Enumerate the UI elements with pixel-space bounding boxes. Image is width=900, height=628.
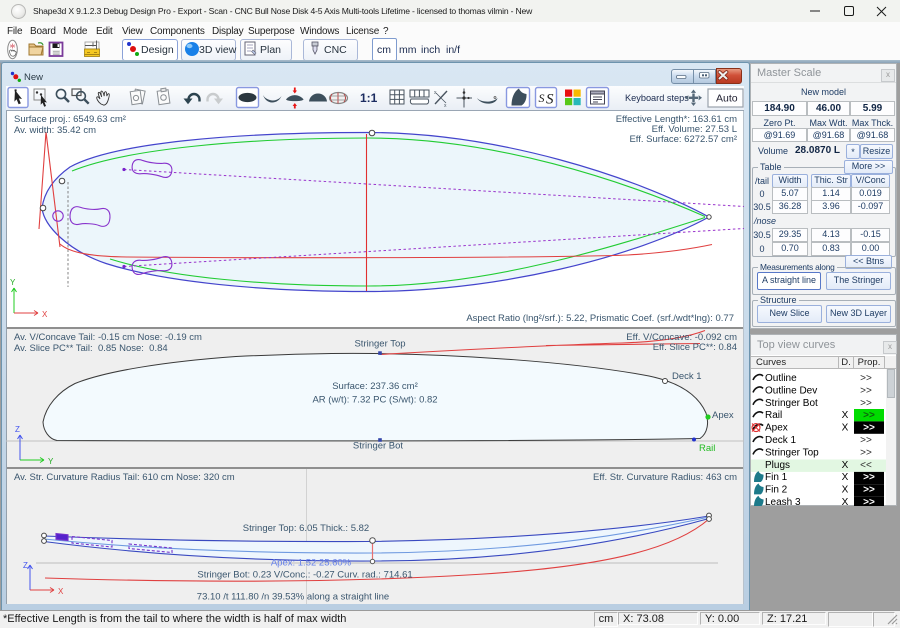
svg-text:<<: << [860,460,872,471]
svg-text:Apex: Apex [765,423,788,434]
svg-text:S: S [539,91,545,105]
svg-text:X: X [842,497,849,506]
svg-text:1:1: 1:1 [360,91,378,105]
svg-text:Auto: Auto [716,93,738,105]
svg-text:>>: >> [860,385,872,396]
svg-text:Keyboard steps: Keyboard steps [625,93,689,103]
svg-text:>>: >> [860,398,872,409]
svg-text:>>: >> [860,447,872,458]
svg-text:X: X [842,460,849,471]
svg-text:Av. Str. Curvature Radius Tail: Av. Str. Curvature Radius Tail: 610 cm N… [14,472,235,483]
svg-text:Z: Z [23,561,28,570]
svg-text:Stringer Bot: 0.23 V/Conc.: -0: Stringer Bot: 0.23 V/Conc.: -0.27 Curv. … [197,570,412,581]
svg-text:>>: >> [860,373,872,384]
svg-text:Eff. Slice PC**: 0.84: Eff. Slice PC**: 0.84 [653,342,737,353]
svg-text:Eff. Surface: 6272.57 cm²: Eff. Surface: 6272.57 cm² [629,134,737,145]
svg-text:>>: >> [863,410,875,421]
svg-text:Av. width: 35.42 cm: Av. width: 35.42 cm [14,125,96,136]
svg-text:Y: Y [10,278,16,287]
svg-text:Y: Y [48,457,54,466]
svg-text:Stringer Bot: Stringer Bot [765,398,818,409]
svg-text:x: x [444,103,447,109]
svg-text:Stringer Top: 6.05 Thick.: 5.8: Stringer Top: 6.05 Thick.: 5.82 [243,523,369,534]
svg-text:AR (w/t): 7.32 PC (S/wt): 0.82: AR (w/t): 7.32 PC (S/wt): 0.82 [312,395,437,406]
svg-text:Deck 1: Deck 1 [672,371,702,382]
svg-text:Z: Z [15,425,20,434]
svg-text:Deck 1: Deck 1 [765,435,797,446]
svg-text:X: X [842,485,849,496]
svg-text:73.10 /t 111.80 /n 39.53% alon: 73.10 /t 111.80 /n 39.53% along a straig… [197,592,389,603]
svg-text:Av. Slice PC** Tail: 0.85 Nos: Av. Slice PC** Tail: 0.85 Nose: 0.84 [14,343,168,354]
svg-text:Outline: Outline [765,373,797,384]
svg-text:X: X [842,423,849,434]
svg-text:Stringer Top: Stringer Top [354,339,405,350]
svg-text:X: X [842,472,849,483]
svg-text:X: X [42,310,48,319]
svg-text:>>: >> [860,435,872,446]
svg-text:>>: >> [863,497,875,506]
svg-text:Stringer Top: Stringer Top [765,447,819,458]
svg-text:Apex: Apex [712,410,734,421]
svg-text:Av. V/Concave Tail: -0.15 cm N: Av. V/Concave Tail: -0.15 cm Nose: -0.19… [14,332,202,343]
svg-text:X: X [58,587,64,596]
svg-text:Outline Dev: Outline Dev [765,385,817,396]
svg-text:Rail: Rail [765,410,782,421]
svg-text:Surface: 237.36 cm²: Surface: 237.36 cm² [332,381,418,392]
svg-text:Rail: Rail [699,443,715,454]
svg-text:>>: >> [863,423,875,434]
svg-text:Aspect Ratio (lng²/srf.): 5.2: Aspect Ratio (lng²/srf.): 5.22, Prismati… [466,313,734,324]
svg-text:Stringer Bot: Stringer Bot [353,441,404,452]
svg-text:Surface proj.: 6549.63 cm²: Surface proj.: 6549.63 cm² [14,114,126,125]
svg-text:Fin 2: Fin 2 [765,485,788,496]
svg-text:Eff. Str. Curvature Radius: 46: Eff. Str. Curvature Radius: 463 cm [593,472,737,483]
svg-text:>>: >> [863,485,875,496]
svg-text:Leash 3: Leash 3 [765,497,801,506]
svg-text:Apex: 1.52 25.60%: Apex: 1.52 25.60% [271,558,352,569]
svg-text:Fin 1: Fin 1 [765,472,788,483]
svg-text:>>: >> [863,472,875,483]
svg-text:X: X [842,410,849,421]
svg-text:Plugs: Plugs [765,460,790,471]
svg-text:S: S [546,92,554,108]
